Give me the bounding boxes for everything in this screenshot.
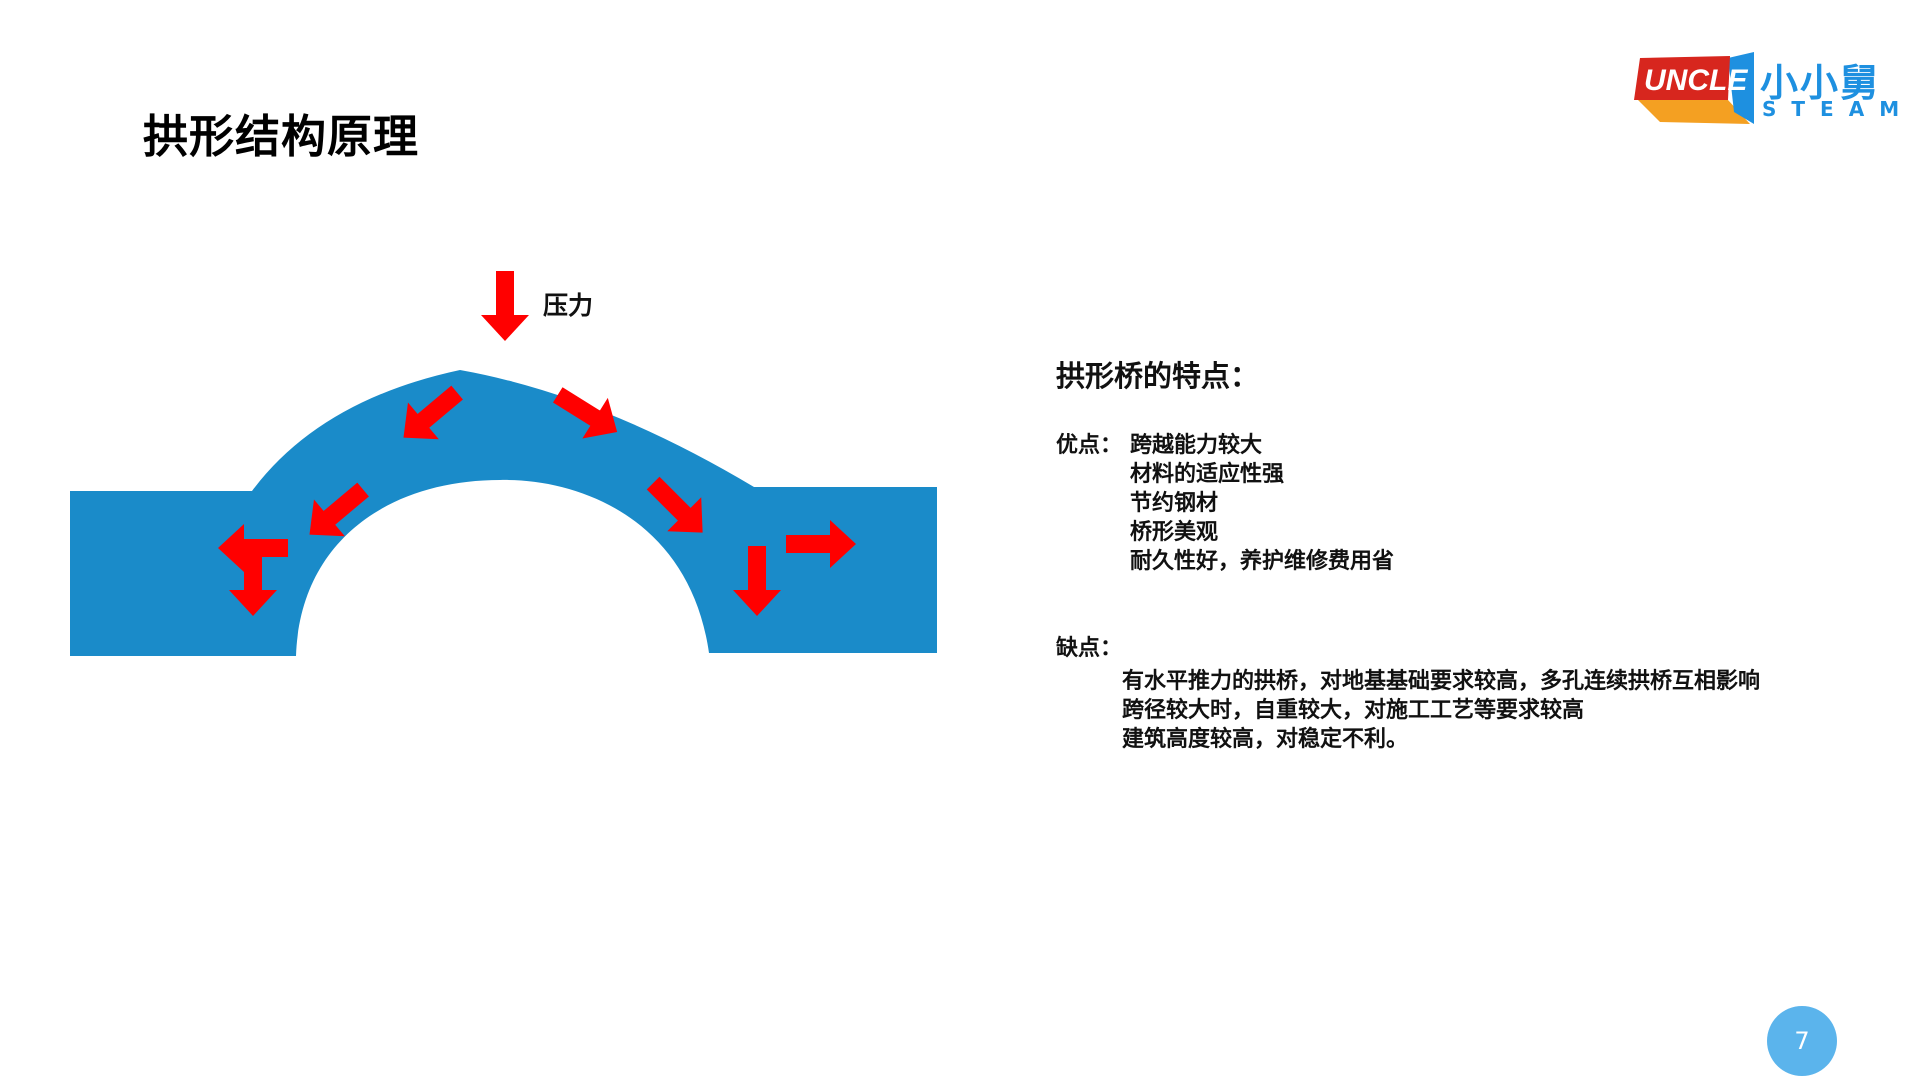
cons-item: 跨径较大时，自重较大，对施工工艺等要求较高 xyxy=(1122,698,1585,723)
page-number-badge: 7 xyxy=(1767,1006,1837,1076)
pros-section: 优点： 跨越能力较大 材料的适应性强 节约钢材 桥形美观 耐久性好，养护维修费用… xyxy=(1056,431,1876,574)
pros-item: 节约钢材 xyxy=(1130,491,1219,516)
pressure-label: 压力 xyxy=(543,291,594,320)
features-panel: 拱形桥的特点： 优点： 跨越能力较大 材料的适应性强 节约钢材 桥形美观 耐久性… xyxy=(1056,353,1876,754)
arch-structure xyxy=(70,370,937,656)
logo-en-text: STEAM xyxy=(1762,97,1915,121)
pros-item: 桥形美观 xyxy=(1130,520,1219,545)
arch-diagram xyxy=(70,271,937,656)
pros-item: 跨越能力较大 xyxy=(1130,433,1263,458)
cons-section: 缺点： 有水平推力的拱桥，对地基基础要求较高，多孔连续拱桥互相影响 跨径较大时，… xyxy=(1056,634,1876,754)
pros-item: 材料的适应性强 xyxy=(1130,462,1285,487)
cons-label: 缺点： xyxy=(1056,636,1123,661)
pros-list: 跨越能力较大 材料的适应性强 节约钢材 桥形美观 耐久性好，养护维修费用省 xyxy=(1130,431,1394,576)
slide: 拱形结构原理 UNCLE 小小舅 STEAM 压力 拱形桥的特点： 优点： 跨越… xyxy=(0,0,1920,1080)
page-title: 拱形结构原理 xyxy=(143,110,420,163)
features-title: 拱形桥的特点： xyxy=(1056,359,1260,393)
cons-list: 有水平推力的拱桥，对地基基础要求较高，多孔连续拱桥互相影响 跨径较大时，自重较大… xyxy=(1122,667,1876,754)
pros-item: 耐久性好，养护维修费用省 xyxy=(1130,549,1395,574)
pressure-arrow-icon xyxy=(481,271,529,341)
uncle-badge-icon: UNCLE xyxy=(1634,52,1754,124)
cons-item: 建筑高度较高，对稳定不利。 xyxy=(1122,727,1409,752)
badge-text: UNCLE xyxy=(1644,64,1748,97)
cons-item: 有水平推力的拱桥，对地基基础要求较高，多孔连续拱桥互相影响 xyxy=(1122,669,1761,694)
brand-logo: UNCLE 小小舅 STEAM xyxy=(1630,50,1900,132)
